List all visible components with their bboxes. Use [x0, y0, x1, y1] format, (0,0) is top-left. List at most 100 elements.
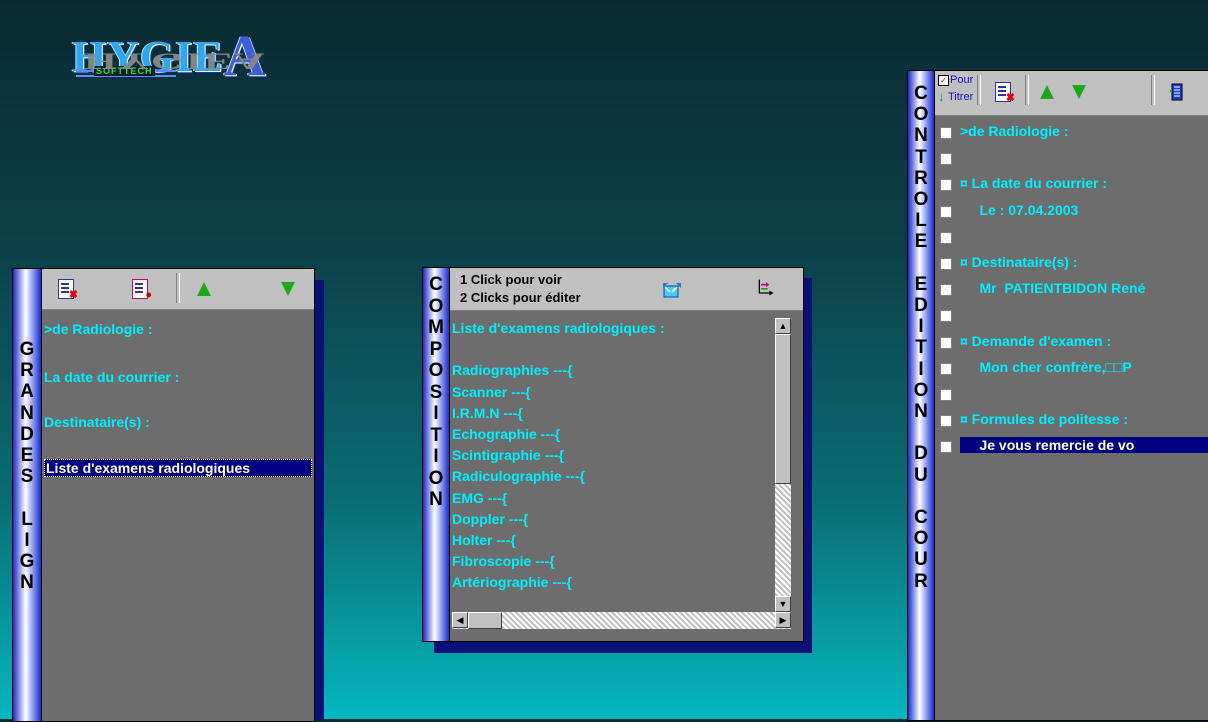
row-checkbox[interactable]	[940, 336, 952, 349]
vertical-letter: A	[20, 381, 34, 403]
row-checkbox[interactable]	[940, 258, 952, 270]
list-item[interactable]: Holter ---{	[452, 532, 516, 548]
row-checkbox[interactable]	[940, 441, 952, 454]
grandes-lignes-panel: GRANDES LIGN ✖ ● >de Radiologie : La dat…	[12, 268, 315, 722]
row-text[interactable]: Mon cher confrère,□□P	[960, 359, 1131, 375]
list-item[interactable]: Scanner ---{	[452, 384, 531, 400]
list-item[interactable]: Doppler ---{	[452, 511, 528, 527]
hygiea-logo: HYGIEA SOFTTECH HYGIEA	[72, 18, 302, 118]
list-item[interactable]: >de Radiologie :	[44, 321, 153, 337]
row-checkbox[interactable]	[940, 284, 952, 297]
vertical-letter: E	[20, 445, 34, 467]
checkbox-icon: ✓	[938, 75, 949, 86]
vertical-letter: I	[24, 529, 30, 551]
list-item[interactable]: I.R.M.N ---{	[452, 405, 523, 421]
list-item[interactable]: Radiographies ---{	[452, 362, 573, 378]
vertical-letter: I	[433, 446, 439, 467]
delete-line-icon[interactable]: ✖	[56, 278, 78, 301]
vertical-letter: G	[19, 551, 35, 573]
vertical-letter: C	[914, 83, 928, 104]
row-text[interactable]: >de Radiologie :	[960, 123, 1069, 139]
move-up-icon[interactable]	[1037, 81, 1057, 103]
vertical-letter	[13, 487, 41, 508]
row-checkbox[interactable]	[940, 153, 952, 166]
row-text[interactable]: ¤ La date du courrier :	[960, 175, 1107, 191]
vertical-letter: O	[428, 295, 444, 317]
vertical-letter: O	[913, 528, 929, 550]
list-item[interactable]: Radiculographie ---{	[452, 468, 585, 484]
list-item[interactable]: Scintigraphie ---{	[452, 447, 564, 463]
list-item[interactable]: Echographie ---{	[452, 426, 560, 442]
vertical-letter: E	[914, 231, 928, 253]
row-checkbox[interactable]	[940, 362, 952, 375]
row-text-selected[interactable]: Je vous remercie de vo	[960, 437, 1208, 454]
scroll-right-button[interactable]: ▶	[775, 612, 791, 628]
vertical-letter: R	[914, 570, 928, 592]
vertical-letter: M	[428, 317, 444, 338]
expand-view-icon[interactable]	[662, 280, 682, 302]
row-checkbox[interactable]	[940, 179, 952, 192]
row-checkbox[interactable]	[940, 205, 952, 218]
vertical-letter: D	[914, 295, 928, 317]
vertical-label: GRANDES LIGN	[13, 339, 41, 593]
row-checkbox[interactable]	[940, 231, 952, 244]
move-down-icon[interactable]	[278, 278, 298, 300]
controle-edition-panel: CONTROLE EDITION DU COUR ✓ Pour ↓ Titrer…	[907, 70, 1208, 721]
vertical-letter: C	[914, 507, 928, 529]
row-checkbox[interactable]	[940, 389, 952, 401]
logo-reflection: HYGIEA	[84, 48, 267, 74]
list-item-selected[interactable]: Liste d'examens radiologiques	[44, 459, 312, 477]
vertical-letter: T	[430, 424, 442, 446]
hscroll-thumb[interactable]	[468, 612, 502, 629]
scroll-left-button[interactable]: ◀	[452, 612, 468, 628]
row-checkbox[interactable]	[940, 310, 952, 323]
vertical-label: COMPOSITION	[423, 274, 449, 511]
grandes-lignes-list: >de Radiologie : La date du courrier : D…	[44, 319, 314, 719]
hint-click-view: 1 Click pour voir	[460, 272, 562, 287]
list-item[interactable]: La date du courrier :	[44, 369, 179, 385]
row-checkbox[interactable]	[940, 415, 952, 428]
edit-line-icon[interactable]: ●	[130, 278, 152, 301]
vertical-letter: N	[20, 402, 34, 424]
row-text[interactable]: ¤ Destinataire(s) :	[960, 254, 1077, 270]
vertical-letter: C	[429, 274, 443, 295]
list-item[interactable]: Artériographie ---{	[452, 574, 572, 590]
scroll-thumb[interactable]	[775, 334, 791, 484]
composition-vertical-scrollbar[interactable]: ▲ ▼	[775, 318, 791, 612]
controle-toolbar: ✓ Pour ↓ Titrer ✖	[935, 71, 1208, 116]
composition-list: Liste d'examens radiologiques : Radiograp…	[452, 318, 775, 612]
pour-titrer-button[interactable]: ✓ Pour ↓ Titrer	[938, 74, 974, 111]
composition-toolbar: 1 Click pour voir 2 Clicks pour éditer	[450, 268, 803, 311]
row-text[interactable]: ¤ Demande d'examen :	[960, 333, 1111, 349]
move-up-icon[interactable]	[194, 278, 214, 300]
composition-panel: COMPOSITION 1 Click pour voir 2 Clicks p…	[422, 267, 804, 642]
print-preview-icon[interactable]	[1167, 81, 1187, 103]
toolbar-separator	[1151, 75, 1155, 105]
delete-line-icon[interactable]: ✖	[993, 81, 1015, 104]
row-text[interactable]: Mr PATIENTBIDON René	[960, 280, 1145, 296]
vertical-letter: N	[20, 572, 34, 594]
list-item[interactable]: Destinataire(s) :	[44, 414, 150, 430]
scroll-down-button[interactable]: ▼	[775, 596, 791, 612]
vertical-letter	[908, 253, 934, 274]
list-item[interactable]: Fibroscopie ---{	[452, 553, 555, 569]
row-text[interactable]: ¤ Formules de politesse :	[960, 411, 1128, 427]
insert-arrow-icon[interactable]	[756, 277, 776, 299]
move-down-icon[interactable]	[1069, 81, 1089, 103]
scroll-up-button[interactable]: ▲	[775, 318, 791, 334]
row-text[interactable]: Le : 07.04.2003	[960, 202, 1078, 218]
composition-horizontal-scrollbar[interactable]: ◀ ▶	[452, 612, 791, 629]
vertical-letter: I	[433, 403, 439, 424]
vertical-letter: R	[20, 360, 34, 382]
list-item[interactable]: EMG ---{	[452, 490, 507, 506]
pour-label: Pour	[950, 74, 974, 86]
vertical-letter: N	[914, 401, 928, 423]
list-item[interactable]: Liste d'examens radiologiques :	[452, 320, 665, 336]
vertical-letter: N	[429, 489, 443, 510]
vertical-letter: L	[21, 508, 33, 530]
vertical-letter: D	[20, 423, 34, 445]
vertical-letter: G	[19, 339, 35, 360]
vertical-letter: T	[915, 337, 927, 359]
row-checkbox[interactable]	[940, 127, 952, 139]
vertical-letter: O	[428, 360, 444, 381]
